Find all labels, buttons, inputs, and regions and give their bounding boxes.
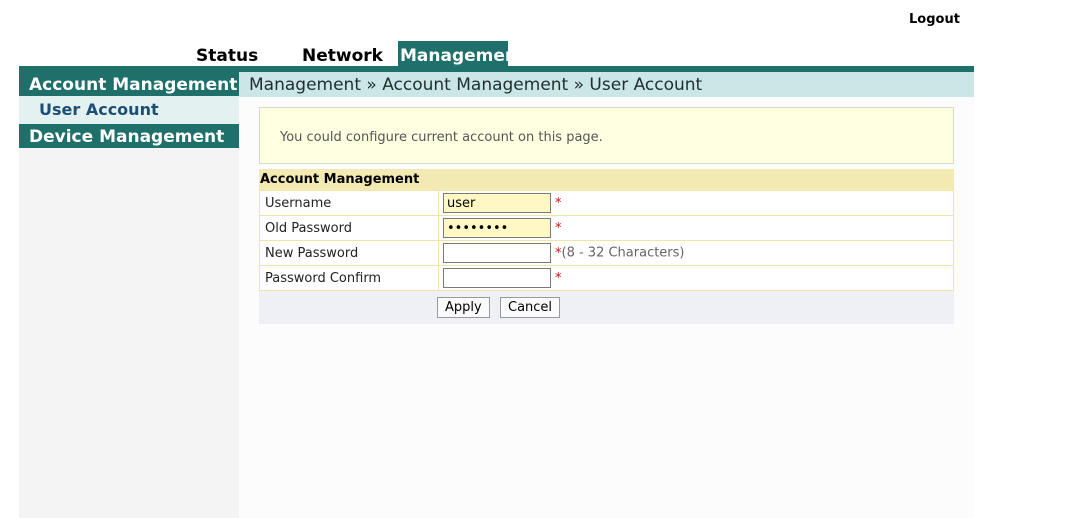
sidebar-item-account-management[interactable]: Account Management — [19, 72, 239, 96]
old-password-label: Old Password — [259, 215, 439, 241]
tab-network[interactable]: Network — [302, 41, 383, 68]
breadcrumb: Management » Account Management » User A… — [239, 72, 974, 97]
apply-button[interactable]: Apply — [437, 297, 490, 318]
info-box: You could configure current account on t… — [259, 107, 954, 164]
form-row-password-confirm: Password Confirm * — [259, 265, 954, 291]
logout-link[interactable]: Logout — [909, 12, 960, 27]
tab-management[interactable]: Management — [398, 41, 525, 68]
tab-status[interactable]: Status — [196, 41, 258, 68]
required-mark: * — [555, 220, 562, 236]
required-mark: * — [555, 195, 562, 211]
form-row-old-password: Old Password * — [259, 215, 954, 241]
sidebar: Account Management User Account Device M… — [19, 72, 239, 518]
password-confirm-input[interactable] — [443, 268, 551, 288]
form-row-username: Username * — [259, 190, 954, 216]
form-row-new-password: New Password *(8 - 32 Characters) — [259, 240, 954, 266]
username-input[interactable] — [443, 193, 551, 213]
sidebar-item-user-account[interactable]: User Account — [19, 96, 239, 124]
old-password-input[interactable] — [443, 218, 551, 238]
password-confirm-label: Password Confirm — [259, 265, 439, 291]
info-text: You could configure current account on t… — [280, 130, 603, 145]
account-form: Account Management Username * Old Passwo… — [259, 169, 954, 324]
cancel-button[interactable]: Cancel — [500, 297, 561, 318]
password-length-hint: (8 - 32 Characters) — [561, 245, 685, 261]
required-mark: * — [555, 270, 562, 286]
new-password-input[interactable] — [443, 243, 551, 263]
main-content: Management » Account Management » User A… — [239, 72, 974, 518]
sidebar-item-device-management[interactable]: Device Management — [19, 124, 239, 148]
form-title: Account Management — [259, 169, 954, 190]
form-table: Username * Old Password * New Password *… — [259, 190, 954, 291]
button-row: Apply Cancel — [259, 291, 954, 324]
username-label: Username — [259, 190, 439, 216]
new-password-label: New Password — [259, 240, 439, 266]
